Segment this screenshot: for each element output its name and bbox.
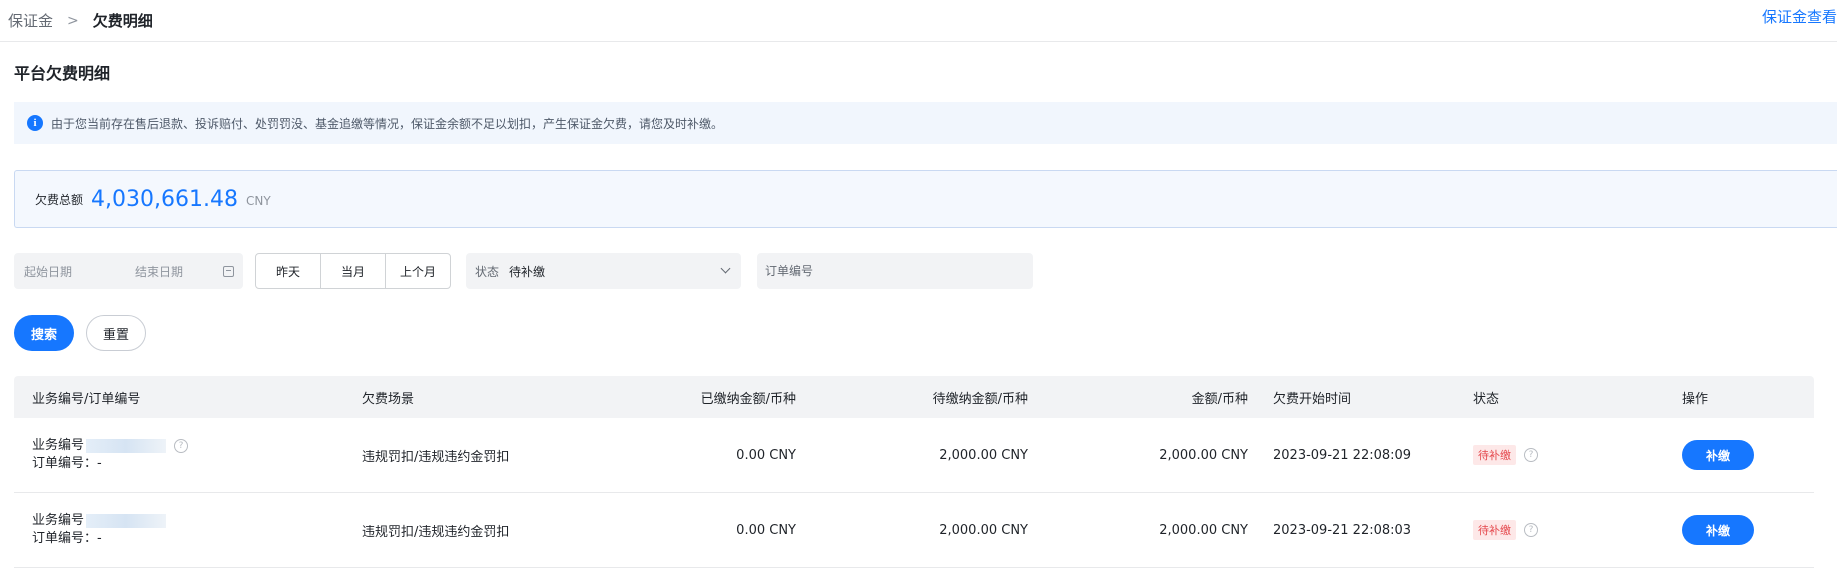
notice-text: 由于您当前存在售后退款、投诉赔付、处罚罚没、基金追缴等情况，保证金余额不足以划扣… (51, 116, 724, 131)
breadcrumb-current: 欠费明细 (92, 12, 153, 30)
column-header: 欠费开始时间 (1273, 391, 1352, 407)
summary-amount: 4,030,661.48 (91, 186, 238, 212)
paid-amount-cell: 0.00 CNY (736, 447, 796, 463)
status-cell: 待补缴 ? (1473, 418, 1538, 492)
page-title: 平台欠费明细 (14, 64, 111, 83)
status-select-label: 状态 (475, 264, 500, 279)
status-cell: 待补缴 ? (1473, 493, 1538, 567)
reset-button[interactable]: 重置 (86, 315, 146, 351)
column-header: 金额/币种 (1191, 391, 1248, 407)
table-row: 业务编号 ? 订单编号：- 违规罚扣/违规违约金罚扣 0.00 CNY 2,00… (14, 418, 1814, 493)
summary-unit: CNY (245, 194, 271, 208)
biz-number-label: 业务编号 (32, 513, 85, 528)
question-icon[interactable]: ? (1524, 523, 1538, 537)
amount-cell: 2,000.00 CNY (1159, 447, 1248, 463)
action-cell: 补缴 (1682, 418, 1754, 492)
question-icon[interactable]: ? (1524, 448, 1538, 462)
biz-number-label: 业务编号 (32, 438, 85, 453)
pay-button[interactable]: 补缴 (1682, 440, 1754, 470)
date-range-picker[interactable]: 起始日期 结束日期 (14, 253, 243, 289)
column-header: 业务编号/订单编号 (32, 391, 141, 407)
calendar-icon[interactable] (223, 266, 234, 277)
column-header: 状态 (1473, 391, 1500, 407)
question-icon[interactable]: ? (174, 439, 189, 453)
top-bar: 保证金 > 欠费明细 保证金查看 (0, 0, 1837, 42)
chevron-down-icon (720, 263, 731, 274)
column-header: 已缴纳金额/币种 (700, 391, 796, 407)
pay-button[interactable]: 补缴 (1682, 515, 1754, 545)
info-icon: i (27, 115, 43, 131)
breadcrumb-separator: > (67, 12, 79, 29)
order-number-line: 订单编号：- (32, 456, 102, 471)
paid-amount-cell: 0.00 CNY (736, 522, 796, 538)
start-time-cell: 2023-09-21 22:08:03 (1273, 522, 1412, 538)
status-badge: 待补缴 (1473, 520, 1516, 540)
quick-date-group: 昨天 当月 上个月 (255, 253, 451, 289)
search-button[interactable]: 搜索 (14, 315, 74, 351)
quick-date-yesterday[interactable]: 昨天 (256, 254, 321, 288)
column-header: 操作 (1682, 391, 1709, 407)
filter-bar: 起始日期 结束日期 昨天 当月 上个月 状态 待补缴 (14, 253, 1837, 289)
column-header: 欠费场景 (362, 391, 415, 407)
status-badge: 待补缴 (1473, 445, 1516, 465)
quick-date-this-month[interactable]: 当月 (321, 254, 386, 288)
order-number-line: 订单编号：- (32, 531, 102, 546)
column-header: 待缴纳金额/币种 (932, 391, 1028, 407)
breadcrumb-parent[interactable]: 保证金 (8, 10, 53, 31)
status-select-value: 待补缴 (509, 264, 546, 279)
amount-cell: 2,000.00 CNY (1159, 522, 1248, 538)
arrears-table: 业务编号/订单编号 欠费场景 已缴纳金额/币种 待缴纳金额/币种 金额/币种 欠… (14, 376, 1814, 568)
date-start-placeholder[interactable]: 起始日期 (24, 263, 72, 280)
scene-cell: 违规罚扣/违规违约金罚扣 (362, 449, 510, 465)
arrears-summary: 欠费总额 4,030,661.48 CNY (14, 170, 1837, 228)
action-cell: 补缴 (1682, 493, 1754, 567)
biz-order-cell: 业务编号 ? 订单编号：- (32, 418, 189, 492)
masked-biz-number (86, 514, 167, 528)
notice-banner: i 由于您当前存在售后退款、投诉赔付、处罚罚没、基金追缴等情况，保证金余额不足以… (14, 102, 1837, 144)
status-select[interactable]: 状态 待补缴 (466, 253, 741, 289)
pending-amount-cell: 2,000.00 CNY (939, 522, 1028, 538)
deposit-view-link[interactable]: 保证金查看 (1762, 6, 1837, 27)
scene-cell: 违规罚扣/违规违约金罚扣 (362, 524, 510, 540)
table-row: 业务编号 订单编号：- 违规罚扣/违规违约金罚扣 0.00 CNY 2,000.… (14, 493, 1814, 568)
order-number-input[interactable] (757, 253, 1033, 289)
quick-date-last-month[interactable]: 上个月 (386, 254, 450, 288)
summary-label: 欠费总额 (35, 192, 84, 207)
biz-order-cell: 业务编号 订单编号：- (32, 493, 167, 567)
masked-biz-number (86, 439, 167, 453)
pending-amount-cell: 2,000.00 CNY (939, 447, 1028, 463)
start-time-cell: 2023-09-21 22:08:09 (1273, 447, 1412, 463)
date-end-placeholder[interactable]: 结束日期 (135, 263, 183, 280)
table-header: 业务编号/订单编号 欠费场景 已缴纳金额/币种 待缴纳金额/币种 金额/币种 欠… (14, 376, 1814, 418)
